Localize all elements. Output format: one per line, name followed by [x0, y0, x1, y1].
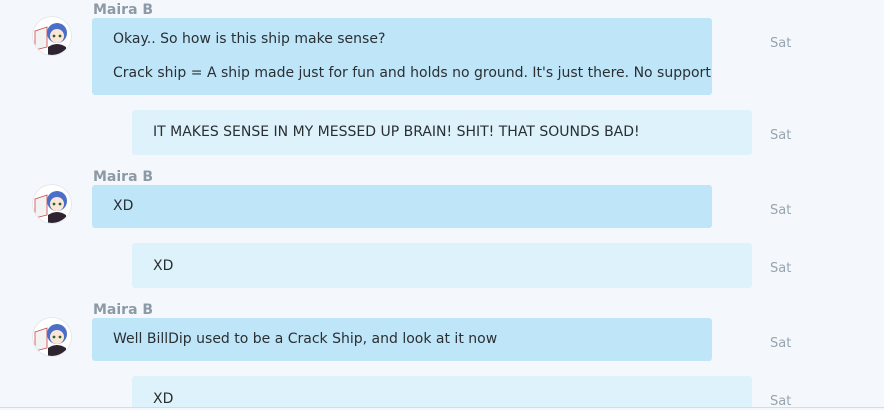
- message-bubble[interactable]: Well BillDip used to be a Crack Ship, an…: [92, 318, 712, 361]
- message-bubble[interactable]: XD: [132, 243, 752, 288]
- message-text: Okay.. So how is this ship make sense?: [113, 31, 386, 47]
- timestamp: Sat: [770, 128, 792, 143]
- sender-name: Maira B: [93, 169, 154, 185]
- message-text: XD: [113, 198, 134, 214]
- message-bubble[interactable]: XD: [132, 376, 752, 408]
- sender-name: Maira B: [93, 2, 154, 18]
- message-text: IT MAKES SENSE IN MY MESSED UP BRAIN! SH…: [153, 124, 640, 140]
- avatar-icon[interactable]: [33, 17, 71, 55]
- message-bubble[interactable]: XD: [92, 185, 712, 228]
- timestamp: Sat: [770, 36, 792, 51]
- avatar-icon[interactable]: [33, 185, 71, 223]
- message-text: Crack ship = A ship made just for fun an…: [113, 65, 711, 81]
- timestamp: Sat: [770, 203, 792, 218]
- avatar-icon[interactable]: [33, 318, 71, 356]
- sender-name: Maira B: [93, 302, 154, 318]
- timestamp: Sat: [770, 261, 792, 276]
- message-text: Well BillDip used to be a Crack Ship, an…: [113, 331, 498, 347]
- message-text: XD: [153, 391, 174, 407]
- timestamp: Sat: [770, 336, 792, 351]
- message-bubble[interactable]: Okay.. So how is this ship make sense? C…: [92, 18, 712, 95]
- message-bubble[interactable]: IT MAKES SENSE IN MY MESSED UP BRAIN! SH…: [132, 110, 752, 155]
- message-text: XD: [153, 258, 174, 274]
